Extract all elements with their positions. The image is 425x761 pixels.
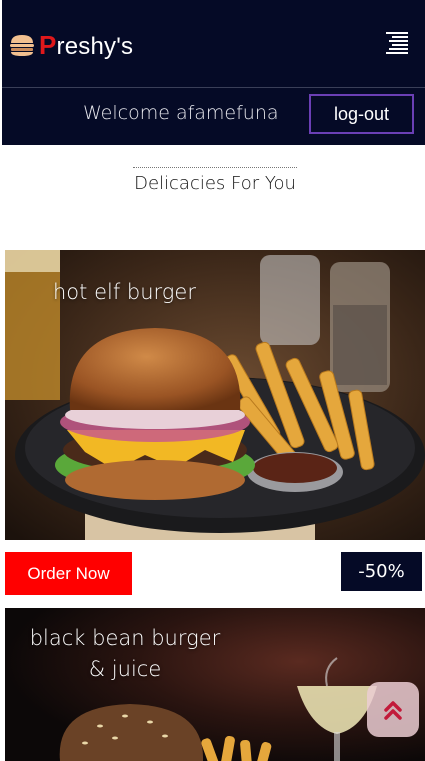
food-image-black-bean-burger[interactable]: black bean burger & juice (5, 608, 425, 761)
scroll-to-top-button[interactable] (367, 682, 419, 737)
brand-initial: P (39, 29, 57, 60)
brand-name-rest: reshy's (56, 32, 134, 60)
menu-button[interactable] (384, 32, 408, 56)
menu-line (389, 48, 408, 50)
burger-icon (10, 35, 34, 56)
app-frame: Preshy's Welcome afamefuna log-out Delic… (2, 0, 425, 761)
navbar: Preshy's (2, 0, 425, 87)
item-title-line-1: black bean burger (29, 626, 221, 650)
item-title: hot elf burger (53, 280, 196, 304)
welcome-bar: Welcome afamefuna log-out (2, 87, 425, 145)
menu-lines-icon (386, 32, 408, 34)
logout-button[interactable]: log-out (309, 94, 414, 134)
double-chevron-up-icon (384, 700, 402, 720)
brand-logo[interactable]: Preshy's (9, 30, 133, 60)
menu-line (386, 52, 408, 54)
order-now-button[interactable]: Order Now (5, 552, 132, 595)
brand-name: Preshy's (39, 30, 133, 61)
section-header: Delicacies For You (133, 167, 297, 194)
food-image-hot-elf-burger[interactable]: hot elf burger (5, 250, 425, 540)
welcome-text: Welcome afamefuna (83, 102, 279, 124)
menu-line (389, 40, 408, 42)
item-title-line-2: & juice (88, 657, 162, 681)
section-title: Delicacies For You (134, 173, 296, 194)
discount-badge: -50% (341, 552, 422, 591)
menu-line (392, 44, 408, 46)
menu-line (392, 36, 408, 38)
